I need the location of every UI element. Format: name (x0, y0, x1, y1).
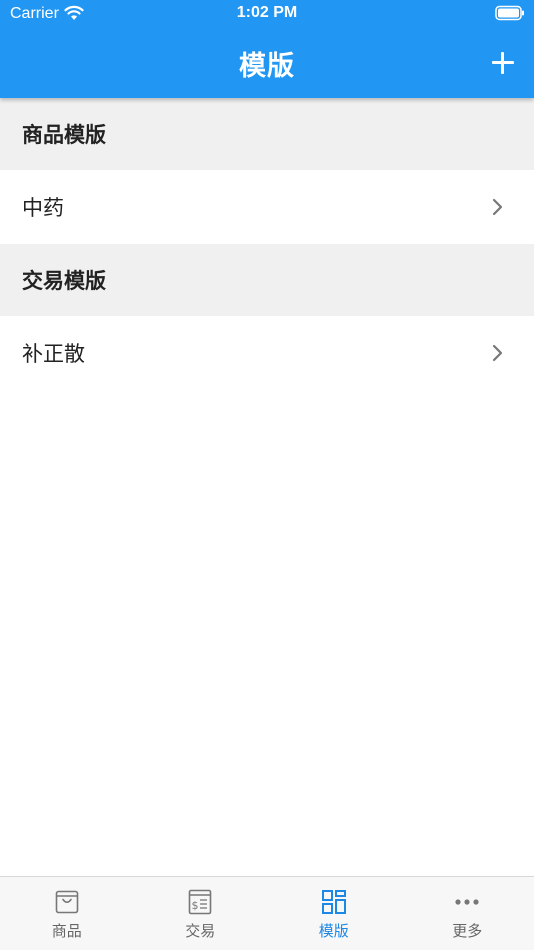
grid-icon (321, 890, 346, 914)
add-button[interactable] (490, 50, 516, 76)
status-time: 1:02 PM (236, 4, 298, 21)
tab-label: 更多 (452, 922, 483, 940)
tab-templates[interactable]: 模版 (267, 877, 401, 950)
template-list: 商品模版 中药 交易模版 补正散 (0, 98, 534, 390)
tab-trade[interactable]: $ 交易 (134, 877, 268, 950)
status-bar: Carrier 1:02 PM (0, 0, 534, 28)
tab-bar: 商品 $ 交易 模版 更多 (0, 876, 534, 950)
list-item[interactable]: 中药 (0, 170, 534, 244)
chevron-right-icon (492, 198, 503, 216)
tab-goods[interactable]: 商品 (0, 877, 134, 950)
more-dots-icon (455, 899, 479, 905)
page-title: 模版 (239, 51, 295, 82)
svg-text:$: $ (192, 899, 199, 912)
receipt-icon: $ (188, 889, 212, 915)
tab-label: 模版 (318, 922, 349, 940)
navigation-header: Carrier 1:02 PM 模版 (0, 0, 534, 98)
shopping-bag-icon (55, 890, 79, 914)
tab-more[interactable]: 更多 (401, 877, 534, 950)
chevron-right-icon (492, 344, 503, 362)
section-header-goods: 商品模版 (0, 98, 534, 170)
battery-icon (495, 5, 524, 21)
list-item-label: 补正散 (22, 342, 85, 366)
section-header-trade: 交易模版 (0, 244, 534, 316)
list-item-label: 中药 (22, 196, 64, 220)
tab-label: 交易 (185, 922, 216, 940)
list-item[interactable]: 补正散 (0, 316, 534, 390)
tab-label: 商品 (51, 922, 82, 940)
